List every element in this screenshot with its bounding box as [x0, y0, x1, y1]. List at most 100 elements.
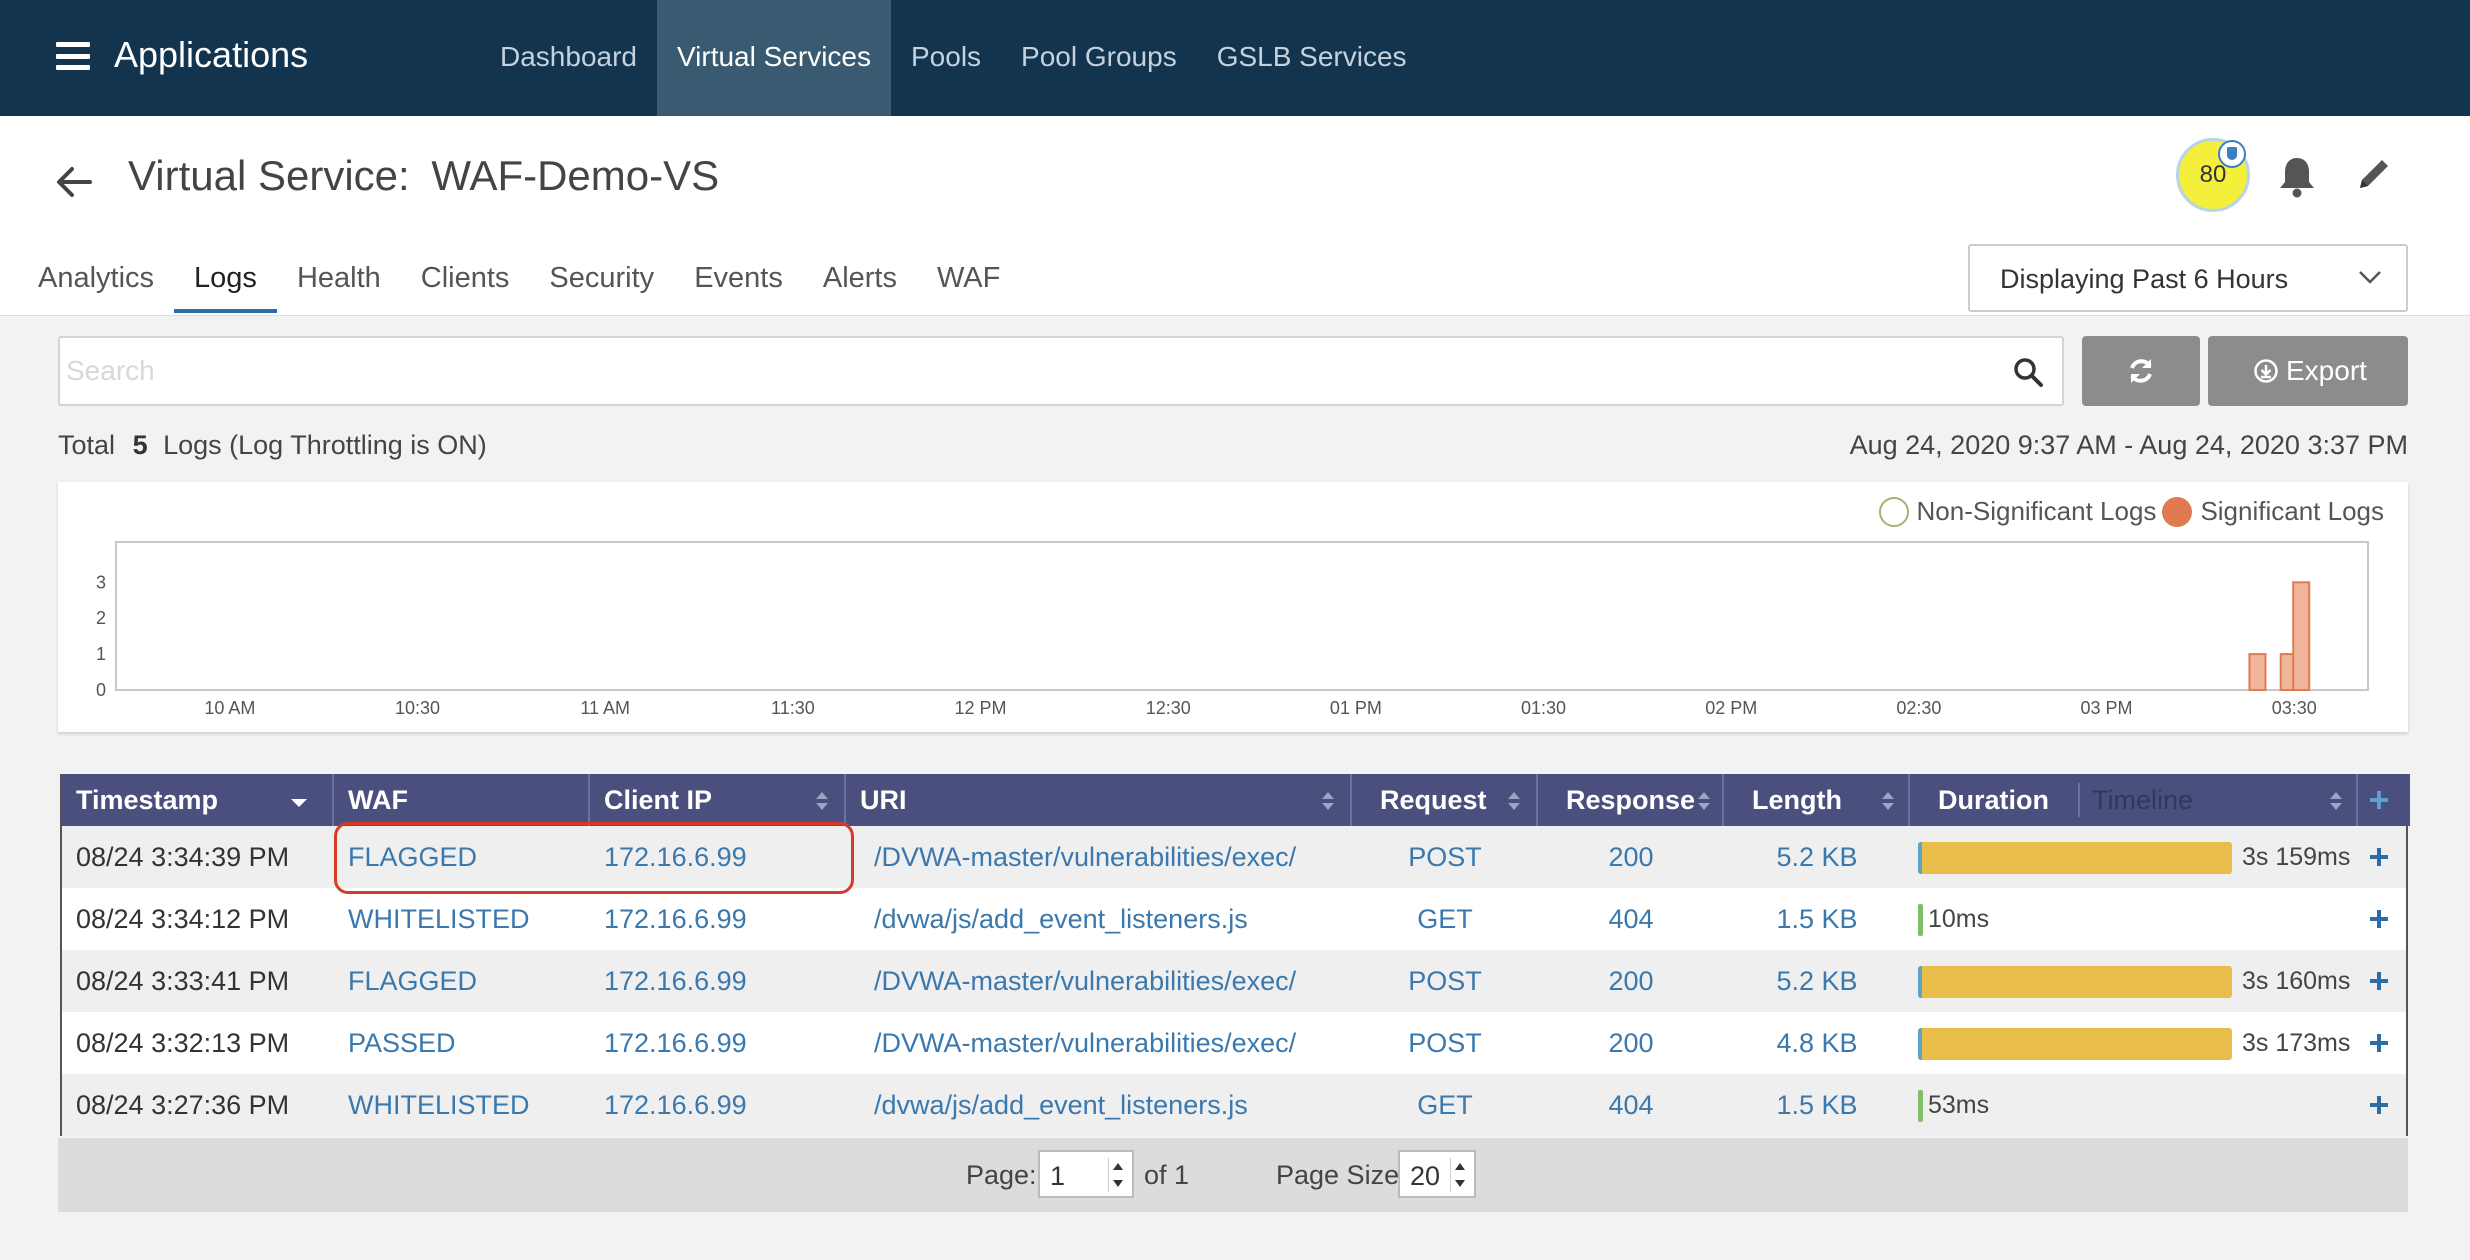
legend-item-significant[interactable]: Significant Logs — [2156, 496, 2384, 527]
col-header-length[interactable]: Length — [1724, 774, 1910, 826]
cell-uri[interactable]: /DVWA-master/vulnerabilities/exec/ — [874, 826, 1296, 888]
expand-row-icon[interactable] — [2368, 1032, 2390, 1054]
table-row[interactable]: 08/24 3:32:13 PM PASSED 172.16.6.99/DVWA-m… — [62, 1012, 2406, 1074]
hamburger-icon[interactable] — [56, 42, 90, 70]
cell-length[interactable]: 5.2 KB — [1724, 950, 1910, 1012]
cell-uri[interactable]: /dvwa/js/add_event_listeners.js — [874, 888, 1248, 950]
cell-waf[interactable]: PASSED — [348, 1012, 456, 1074]
col-header-uri[interactable]: URI — [846, 774, 1352, 826]
cell-waf[interactable]: FLAGGED — [348, 950, 477, 1012]
expand-row-icon[interactable] — [2368, 970, 2390, 992]
cell-response[interactable]: 404 — [1538, 1074, 1724, 1136]
stepper-arrows-icon[interactable] — [1108, 1158, 1126, 1192]
pencil-icon[interactable] — [2354, 154, 2394, 194]
cell-client-ip[interactable]: 172.16.6.99 — [604, 1012, 747, 1074]
nav-item-virtual-services[interactable]: Virtual Services — [656, 0, 891, 116]
app-title[interactable]: Applications — [114, 34, 308, 76]
col-header-response[interactable]: Response — [1538, 774, 1724, 826]
nav-item-pools[interactable]: Pools — [891, 0, 1001, 116]
cell-response[interactable]: 200 — [1538, 950, 1724, 1012]
expand-row-icon[interactable] — [2368, 908, 2390, 930]
bell-icon[interactable] — [2276, 154, 2318, 198]
cell-length[interactable]: 1.5 KB — [1724, 1074, 1910, 1136]
main-nav: Dashboard Virtual Services Pools Pool Gr… — [480, 0, 1427, 116]
page-number-stepper[interactable]: 1 — [1038, 1150, 1134, 1198]
x-tick-label: 03 PM — [2081, 698, 2133, 718]
chart-legend: Non-Significant Logs Significant Logs — [1878, 496, 2384, 527]
cell-response[interactable]: 404 — [1538, 888, 1724, 950]
duration-bar — [1918, 1028, 2232, 1060]
nav-item-pool-groups[interactable]: Pool Groups — [1001, 0, 1197, 116]
refresh-button[interactable] — [2082, 336, 2200, 406]
page-size-stepper[interactable]: 20 — [1398, 1150, 1476, 1198]
time-range-select[interactable]: Displaying Past 6 Hours — [1968, 244, 2408, 312]
export-icon — [2254, 359, 2278, 383]
histogram-bar[interactable] — [2292, 581, 2311, 691]
table-row[interactable]: 08/24 3:34:12 PM WHITELISTED 172.16.6.99/d… — [62, 888, 2406, 950]
tab-security[interactable]: Security — [529, 262, 674, 313]
sort-icon — [1882, 792, 1894, 810]
date-range: Aug 24, 2020 9:37 AM - Aug 24, 2020 3:37… — [1849, 430, 2408, 460]
page-label: Page: — [966, 1160, 1037, 1190]
cell-length[interactable]: 4.8 KB — [1724, 1012, 1910, 1074]
total-prefix: Total — [58, 430, 116, 460]
table-row[interactable]: 08/24 3:27:36 PM WHITELISTED 172.16.6.99/d… — [62, 1074, 2406, 1136]
legend-item-non-significant[interactable]: Non-Significant Logs — [1878, 496, 2156, 527]
y-tick-label: 0 — [96, 680, 106, 700]
cell-client-ip[interactable]: 172.16.6.99 — [604, 1074, 747, 1136]
tab-analytics[interactable]: Analytics — [18, 262, 174, 313]
cell-request[interactable]: POST — [1352, 826, 1538, 888]
page-of-label: of 1 — [1144, 1160, 1190, 1190]
cell-waf[interactable]: WHITELISTED — [348, 888, 530, 950]
page-number-value: 1 — [1050, 1161, 1066, 1191]
expand-row-icon[interactable] — [2368, 1094, 2390, 1116]
histogram-bar[interactable] — [2248, 653, 2267, 691]
shield-icon — [2218, 140, 2246, 168]
expand-row-icon[interactable] — [2368, 846, 2390, 868]
cell-client-ip[interactable]: 172.16.6.99 — [604, 950, 747, 1012]
tab-bar: Analytics Logs Health Clients Security E… — [38, 262, 1040, 313]
cell-client-ip[interactable]: 172.16.6.99 — [604, 888, 747, 950]
back-arrow-icon[interactable] — [54, 162, 94, 202]
cell-request[interactable]: POST — [1352, 1012, 1538, 1074]
page-size-value: 20 — [1410, 1161, 1441, 1191]
nav-item-gslb-services[interactable]: GSLB Services — [1197, 0, 1427, 116]
col-header-waf[interactable]: WAF — [334, 774, 590, 826]
tab-health[interactable]: Health — [277, 262, 401, 313]
cell-length[interactable]: 5.2 KB — [1724, 826, 1910, 888]
tab-clients[interactable]: Clients — [401, 262, 530, 313]
cell-response[interactable]: 200 — [1538, 1012, 1724, 1074]
col-header-timestamp[interactable]: Timestamp — [62, 774, 334, 826]
tab-alerts[interactable]: Alerts — [803, 262, 917, 313]
cell-request[interactable]: GET — [1352, 1074, 1538, 1136]
cell-uri[interactable]: /DVWA-master/vulnerabilities/exec/ — [874, 950, 1296, 1012]
col-header-client-ip[interactable]: Client IP — [590, 774, 846, 826]
col-header-request[interactable]: Request — [1352, 774, 1538, 826]
search-icon[interactable] — [2012, 356, 2044, 388]
cell-uri[interactable]: /dvwa/js/add_event_listeners.js — [874, 1074, 1248, 1136]
cell-uri[interactable]: /DVWA-master/vulnerabilities/exec/ — [874, 1012, 1296, 1074]
nav-item-dashboard[interactable]: Dashboard — [480, 0, 657, 116]
cell-length[interactable]: 1.5 KB — [1724, 888, 1910, 950]
tab-logs[interactable]: Logs — [174, 262, 277, 313]
total-count: 5 — [132, 430, 148, 460]
col-header-duration[interactable]: Duration Timeline — [1910, 774, 2358, 826]
cell-response[interactable]: 200 — [1538, 826, 1724, 888]
tab-events[interactable]: Events — [674, 262, 803, 313]
search-input[interactable] — [66, 344, 1966, 398]
col-header-timeline[interactable]: Timeline — [2078, 783, 2193, 817]
cell-waf[interactable]: WHITELISTED — [348, 1074, 530, 1136]
stepper-arrows-icon[interactable] — [1450, 1158, 1468, 1192]
page-title-name: WAF-Demo-VS — [431, 152, 720, 199]
cell-request[interactable]: POST — [1352, 950, 1538, 1012]
cell-timestamp: 08/24 3:32:13 PM — [76, 1028, 290, 1058]
tab-waf[interactable]: WAF — [917, 262, 1020, 313]
export-button[interactable]: Export — [2208, 336, 2408, 406]
cell-request[interactable]: GET — [1352, 888, 1538, 950]
x-tick-label: 03:30 — [2272, 698, 2317, 718]
y-tick-label: 3 — [96, 572, 106, 592]
highlight-annotation — [334, 822, 854, 894]
duration-label: 3s 160ms — [2242, 967, 2351, 995]
add-column-icon[interactable] — [2368, 789, 2390, 811]
table-row[interactable]: 08/24 3:33:41 PM FLAGGED 172.16.6.99/DVWA-… — [62, 950, 2406, 1012]
